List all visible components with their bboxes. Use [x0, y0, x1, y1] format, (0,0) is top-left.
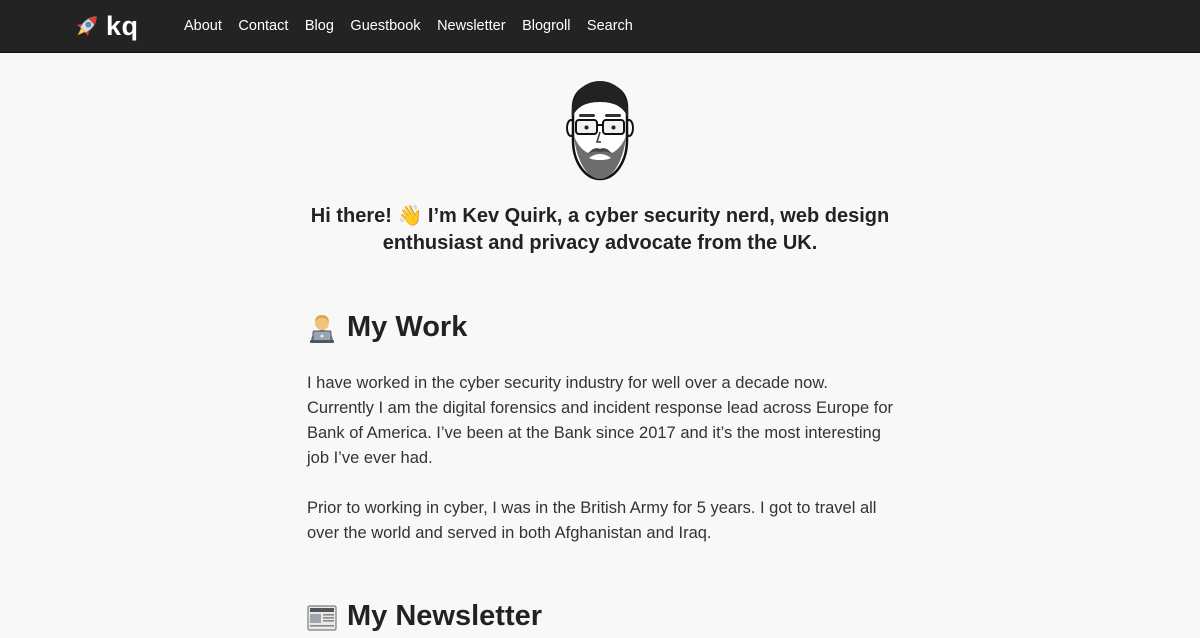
nav-link-blog[interactable]: Blog [305, 18, 334, 34]
nav-link-guestbook[interactable]: Guestbook [350, 18, 420, 34]
nav-link-blogroll[interactable]: Blogroll [522, 18, 570, 34]
work-paragraph-2: Prior to working in cyber, I was in the … [307, 499, 877, 542]
rocket-icon [76, 16, 97, 37]
site-logo-link[interactable]: kq [72, 9, 139, 43]
nav-link-search[interactable]: Search [587, 18, 633, 34]
newspaper-icon [307, 604, 337, 631]
nav-link-newsletter[interactable]: Newsletter [437, 18, 506, 34]
section-heading-work: My Work [307, 311, 467, 344]
section-heading-newsletter: My Newsletter [307, 600, 542, 633]
nav-link-contact[interactable]: Contact [238, 18, 288, 34]
intro-greeting: Hi there! [310, 205, 398, 227]
nav-link-about[interactable]: About [184, 18, 222, 34]
work-paragraph-1: I have worked in the cyber security indu… [307, 374, 894, 467]
technologist-icon [310, 314, 334, 343]
main-nav: About Contact Blog Guestbook Newsletter … [184, 0, 649, 52]
intro-description: I’m Kev Quirk, a cyber security nerd, we… [382, 205, 890, 254]
site-logo-text: kq [106, 11, 139, 41]
site-header: kq About Contact Blog Guestbook Newslett… [0, 0, 1200, 53]
waving-hand-icon: 👋 [397, 205, 423, 227]
intro-text: Hi there! 👋 I’m Kev Quirk, a cyber secur… [300, 203, 900, 257]
section-heading-work-text: My Work [347, 311, 468, 343]
section-heading-newsletter-text: My Newsletter [347, 600, 543, 632]
avatar [566, 81, 634, 181]
